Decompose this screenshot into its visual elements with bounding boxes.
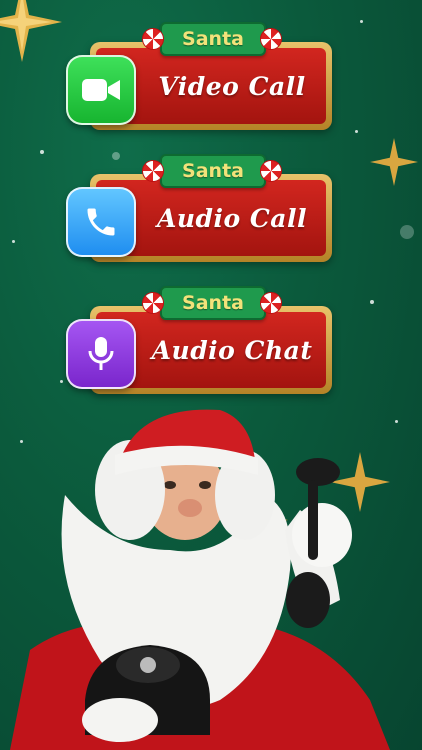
santa-badge: Santa	[160, 154, 266, 188]
phone-icon	[87, 208, 115, 236]
candy-icon	[260, 160, 282, 182]
santa-glove	[292, 503, 352, 567]
snow-flake	[400, 225, 414, 239]
app-screen: { "buttons": [ {"badge": "Santa", "label…	[0, 0, 422, 750]
video-camera-icon	[82, 79, 120, 101]
snow-flake	[355, 130, 358, 133]
gold-star-icon	[370, 138, 418, 186]
snow-flake	[12, 240, 15, 243]
candy-icon	[260, 292, 282, 314]
microphone-icon	[88, 337, 114, 370]
candy-icon	[260, 28, 282, 50]
snow-flake	[112, 152, 120, 160]
audio-call-label: Audio Call	[156, 203, 308, 233]
santa-illustration	[10, 409, 390, 750]
video-call-icon-box[interactable]	[66, 55, 136, 125]
snow-flake	[360, 20, 363, 23]
candy-icon	[142, 292, 164, 314]
audio-chat-icon-box[interactable]	[66, 319, 136, 389]
video-call-label: Video Call	[158, 71, 306, 101]
snow-flake	[370, 300, 374, 304]
audio-call-icon-box[interactable]	[66, 187, 136, 257]
candy-icon	[142, 160, 164, 182]
telephone-handset	[296, 458, 340, 486]
snow-flake	[60, 380, 63, 383]
gold-star-icon	[0, 0, 62, 62]
santa-badge: Santa	[160, 22, 266, 56]
snow-flake	[40, 150, 44, 154]
candy-icon	[142, 28, 164, 50]
santa-badge: Santa	[160, 286, 266, 320]
audio-chat-label: Audio Chat	[151, 335, 313, 365]
